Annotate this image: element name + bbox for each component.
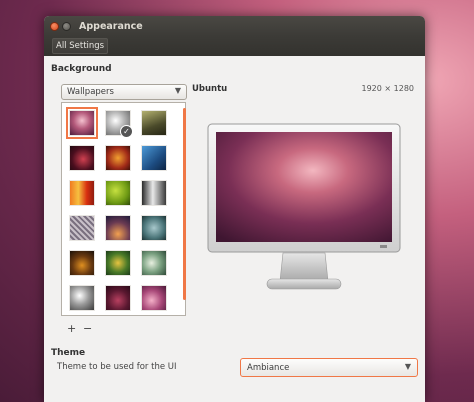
all-settings-button[interactable]: All Settings — [52, 38, 109, 54]
wallpaper-thumb[interactable] — [69, 215, 95, 241]
dropdown-arrow-icon: ▼ — [174, 86, 181, 95]
remove-wallpaper-button[interactable]: − — [83, 322, 92, 335]
wallpaper-thumb[interactable]: ✓ — [105, 110, 133, 138]
wallpaper-thumb[interactable] — [69, 180, 95, 206]
theme-select[interactable]: Ambiance ▼ — [240, 358, 418, 377]
wallpaper-thumb[interactable] — [69, 285, 95, 311]
wallpaper-thumb[interactable] — [105, 285, 131, 311]
wallpaper-scrollbar[interactable] — [183, 108, 186, 300]
wallpaper-thumb[interactable] — [105, 215, 131, 241]
minimize-icon[interactable] — [62, 21, 71, 31]
wallpaper-thumb[interactable] — [141, 145, 167, 171]
theme-description: Theme to be used for the UI — [57, 362, 177, 372]
wallpaper-thumb[interactable] — [69, 250, 95, 276]
dropdown-arrow-icon: ▼ — [404, 362, 411, 371]
wallpaper-thumb[interactable] — [141, 110, 167, 136]
check-icon: ✓ — [120, 125, 133, 138]
wallpaper-resolution: 1920 × 1280 — [361, 84, 414, 93]
wallpaper-source-value: Wallpapers — [67, 87, 114, 97]
wallpaper-thumb[interactable] — [141, 215, 167, 241]
close-icon[interactable] — [50, 21, 59, 31]
monitor-preview — [207, 123, 401, 290]
toolbar: All Settings — [44, 36, 425, 56]
background-section-label: Background — [51, 64, 112, 74]
theme-section-label: Theme — [51, 348, 86, 358]
window-title: Appearance — [79, 20, 143, 32]
add-wallpaper-button[interactable]: + — [67, 322, 76, 335]
wallpaper-thumb[interactable] — [105, 180, 131, 206]
wallpaper-name: Ubuntu — [192, 84, 228, 94]
wallpaper-thumb[interactable] — [105, 250, 131, 276]
wallpaper-thumb[interactable] — [69, 145, 95, 171]
wallpaper-thumb[interactable] — [141, 250, 167, 276]
wallpaper-thumb[interactable] — [141, 285, 167, 311]
theme-select-value: Ambiance — [247, 362, 290, 373]
titlebar: Appearance — [44, 16, 425, 36]
appearance-window: Appearance All Settings Background Wallp… — [44, 16, 425, 402]
wallpaper-thumb[interactable] — [105, 145, 131, 171]
wallpaper-thumb[interactable] — [66, 107, 98, 139]
wallpaper-grid: ✓ — [61, 102, 186, 316]
wallpaper-source-select[interactable]: Wallpapers ▼ — [61, 84, 187, 100]
wallpaper-thumb[interactable] — [141, 180, 167, 206]
